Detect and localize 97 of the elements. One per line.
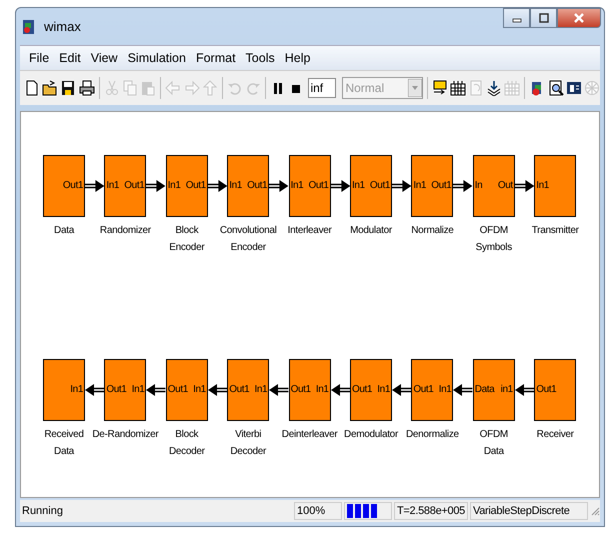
port-label: Out1 — [124, 180, 144, 191]
block[interactable]: Out1 In1 — [166, 359, 208, 421]
status-text: Running — [21, 504, 64, 519]
block-label: Randomizer — [100, 224, 151, 238]
block[interactable]: Out1 In1 — [288, 359, 331, 421]
block-label: Block Encoder — [169, 224, 204, 255]
block[interactable]: Out1 — [534, 359, 576, 421]
zoom-level: 100% — [294, 502, 342, 520]
block-label: Interleaver — [288, 224, 332, 238]
app-icon — [22, 18, 36, 34]
port-label: Out1 — [413, 384, 434, 395]
port-label: In — [474, 180, 482, 191]
port-label: In1 — [377, 384, 390, 395]
port-label: In1 — [193, 384, 206, 395]
block-label: OFDM Data — [480, 428, 508, 459]
solver-name: VariableStepDiscrete — [470, 502, 588, 520]
printer-icon[interactable] — [78, 80, 95, 96]
port-label: In1 — [106, 180, 120, 191]
maximize-icon[interactable] — [538, 13, 548, 23]
explorer-icon[interactable] — [548, 80, 564, 96]
progress-icon — [347, 504, 379, 518]
port-label: Out1 — [168, 384, 188, 395]
block-label: Deinterleaver — [282, 428, 338, 442]
block-label: Data — [54, 224, 74, 238]
block[interactable]: Data in1 — [472, 359, 515, 421]
close-icon[interactable] — [573, 13, 585, 23]
block[interactable]: Out1 In1 — [350, 359, 392, 421]
block[interactable]: In1 Out1 — [166, 155, 208, 217]
port-label: In1 — [168, 180, 180, 191]
stop-time-field[interactable]: inf — [308, 78, 336, 98]
port-label: Out1 — [308, 180, 329, 191]
maximize-button[interactable] — [530, 8, 557, 28]
panel-icon[interactable] — [566, 80, 582, 96]
block-label: Receiver — [536, 428, 574, 442]
port-label: Out1 — [106, 384, 126, 395]
port-label: In1 — [352, 180, 365, 191]
block[interactable]: Out1 In1 — [227, 359, 270, 421]
build-icon[interactable] — [432, 80, 448, 96]
port-label: In1 — [536, 180, 549, 191]
block-label: Denormalize — [406, 428, 459, 442]
port-label: Out1 — [186, 180, 206, 191]
menu-item[interactable]: Tools — [240, 51, 280, 65]
port-label: Out1 — [290, 384, 311, 395]
menu-item[interactable]: Help — [280, 51, 316, 65]
block-label: Transmitter — [532, 224, 579, 238]
folder-icon[interactable] — [42, 80, 58, 96]
port-label: In1 — [316, 384, 329, 395]
close-button[interactable] — [557, 8, 601, 28]
block-label: Normalize — [411, 224, 454, 238]
block-label: De-Randomizer — [92, 428, 158, 442]
block[interactable]: In Out — [472, 155, 515, 217]
block[interactable]: In1 Out1 — [288, 155, 331, 217]
block-label: Received Data — [44, 428, 84, 459]
block[interactable]: Out1 In1 — [411, 359, 454, 421]
port-label: In1 — [413, 180, 426, 191]
grid-icon[interactable] — [450, 80, 466, 96]
minimize-button[interactable] — [503, 8, 530, 28]
simulation-time: T=2.588e+005 — [394, 502, 468, 520]
port-label: In1 — [290, 180, 304, 191]
stack-download-icon[interactable] — [486, 80, 502, 96]
block-label: Convolutional Encoder — [220, 224, 277, 255]
port-label: Out1 — [352, 384, 372, 395]
block[interactable]: In1 — [534, 155, 576, 217]
block[interactable]: In1 Out1 — [227, 155, 270, 217]
menu-item[interactable]: View — [86, 51, 123, 65]
block-label: Viterbi Decoder — [230, 428, 266, 459]
port-label: In1 — [229, 180, 242, 191]
resize-grip-icon — [590, 506, 600, 516]
port-label: in1 — [500, 384, 513, 395]
port-label: Out1 — [62, 180, 83, 191]
port-label: In1 — [254, 384, 268, 395]
window-title: wimax — [44, 19, 81, 34]
port-label: Out1 — [536, 384, 556, 395]
block[interactable]: In1 — [43, 359, 85, 421]
port-label: In1 — [70, 384, 83, 395]
port-label: Out1 — [370, 180, 390, 191]
port-label: In1 — [438, 384, 452, 395]
block[interactable]: Out1 — [43, 155, 85, 217]
block[interactable]: In1 Out1 — [350, 155, 392, 217]
port-label: Out1 — [247, 180, 268, 191]
port-label: Data — [474, 384, 494, 395]
port-label: In1 — [132, 384, 144, 395]
port-label: Out — [498, 180, 513, 191]
block-label: Demodulator — [344, 428, 398, 442]
block[interactable]: In1 Out1 — [104, 155, 146, 217]
new-file-icon[interactable] — [24, 80, 40, 96]
block[interactable]: In1 Out1 — [411, 155, 454, 217]
block-label: Block Decoder — [168, 428, 205, 459]
port-label: Out1 — [229, 384, 250, 395]
block[interactable]: Out1 In1 — [104, 359, 146, 421]
menu-item[interactable]: Edit — [54, 51, 86, 65]
port-label: Out1 — [431, 180, 452, 191]
menu-item[interactable]: Format — [190, 51, 241, 65]
block-label: OFDM Symbols — [476, 224, 512, 255]
block-label: Modulator — [350, 224, 392, 238]
menu-item[interactable]: File — [24, 51, 54, 65]
menu-item[interactable]: Simulation — [122, 51, 191, 65]
